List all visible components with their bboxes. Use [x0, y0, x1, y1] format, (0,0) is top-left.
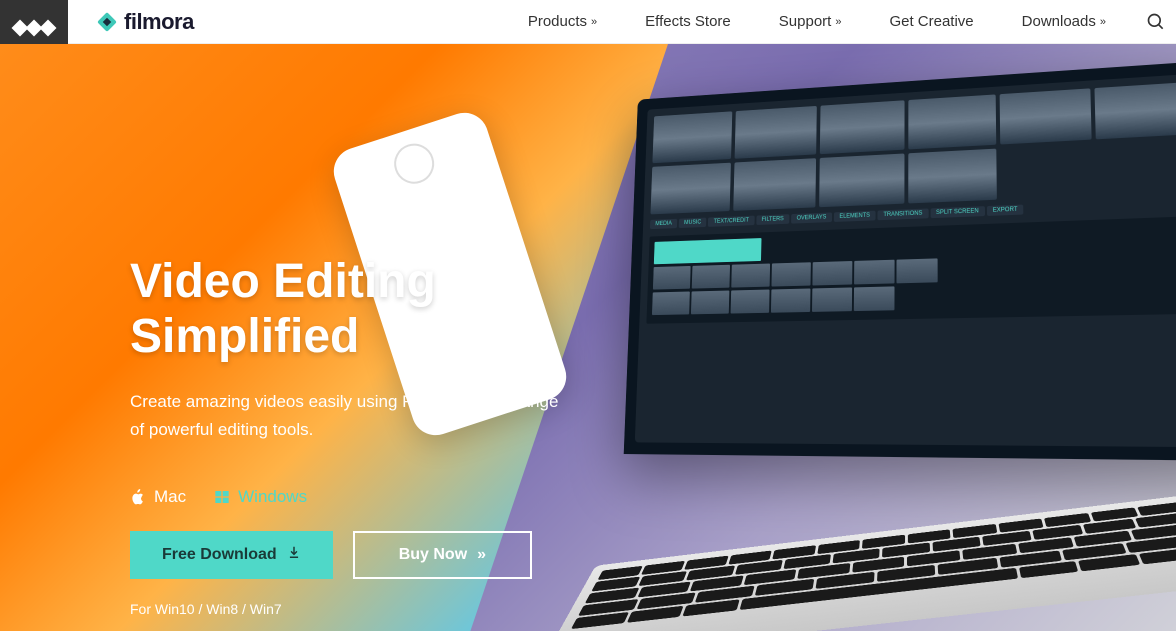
wondershare-icon [14, 22, 54, 34]
platform-windows-label: Windows [238, 487, 307, 507]
free-download-button[interactable]: Free Download [130, 531, 333, 579]
chevron-right-icon: » [1100, 16, 1106, 28]
chevron-right-icon: » [591, 16, 597, 28]
hero-title: Video Editing Simplified [130, 254, 1176, 364]
filmora-icon [98, 13, 116, 31]
hero-title-line1: Video Editing [130, 254, 1176, 309]
nav-get-creative[interactable]: Get Creative [889, 13, 973, 30]
apple-icon [130, 489, 146, 505]
nav-effects-store[interactable]: Effects Store [645, 13, 731, 30]
compat-text: For Win10 / Win8 / Win7 [130, 601, 1176, 617]
nav-support[interactable]: Support » [779, 13, 842, 30]
nav-creative-label: Get Creative [889, 13, 973, 30]
header: filmora Products » Effects Store Support… [0, 0, 1176, 44]
buy-button-label: Buy Now [399, 546, 467, 564]
platform-mac[interactable]: Mac [130, 487, 186, 507]
platform-selector: Mac Windows [130, 487, 1176, 507]
download-button-label: Free Download [162, 546, 277, 564]
cta-buttons: Free Download Buy Now » [130, 531, 1176, 579]
nav-downloads-label: Downloads [1022, 13, 1096, 30]
hero-content: Video Editing Simplified Create amazing … [0, 44, 1176, 617]
nav-downloads[interactable]: Downloads » [1022, 13, 1106, 30]
main-nav: Products » Effects Store Support » Get C… [528, 13, 1106, 30]
download-icon [287, 545, 301, 564]
chevron-right-icon: » [835, 16, 841, 28]
hero-section: MEDIA MUSIC TEXT/CREDIT FILTERS OVERLAYS… [0, 44, 1176, 631]
platform-mac-label: Mac [154, 487, 186, 507]
search-icon[interactable] [1146, 12, 1166, 32]
nav-products-label: Products [528, 13, 587, 30]
nav-products[interactable]: Products » [528, 13, 597, 30]
hero-title-line2: Simplified [130, 309, 1176, 364]
brand-name: filmora [124, 9, 194, 35]
hero-subtitle: Create amazing videos easily using Filmo… [130, 388, 560, 442]
buy-now-button[interactable]: Buy Now » [353, 531, 532, 579]
chevron-right-icon: » [477, 546, 486, 564]
platform-windows[interactable]: Windows [214, 487, 307, 507]
windows-icon [214, 489, 230, 505]
nav-effects-label: Effects Store [645, 13, 731, 30]
nav-support-label: Support [779, 13, 832, 30]
filmora-logo[interactable]: filmora [98, 9, 194, 35]
